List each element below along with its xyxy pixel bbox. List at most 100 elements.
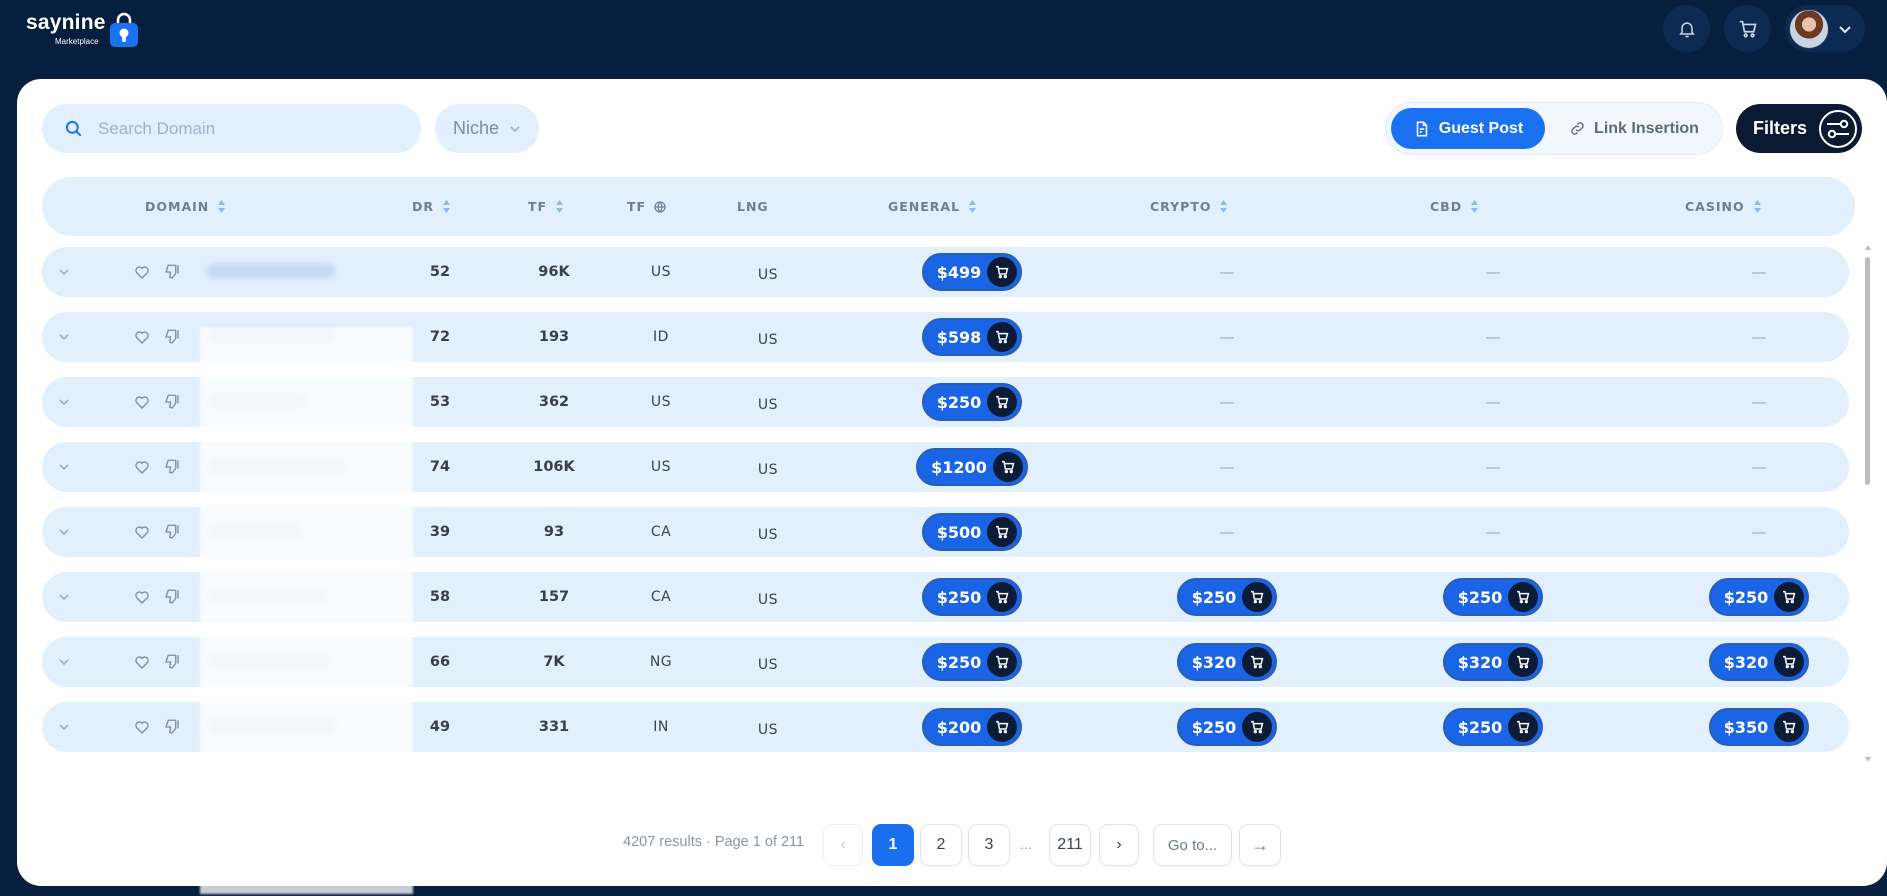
add-to-cart-button[interactable] xyxy=(987,712,1018,742)
niche-dropdown[interactable]: Niche xyxy=(435,104,539,153)
add-to-cart-button[interactable] xyxy=(1508,647,1539,677)
guest-post-tab[interactable]: Guest Post xyxy=(1391,108,1545,149)
add-to-cart-button[interactable] xyxy=(1774,647,1805,677)
cbd-price-cell: $250 xyxy=(1413,702,1573,752)
geo-value: US xyxy=(650,394,672,410)
add-to-cart-button[interactable] xyxy=(987,582,1018,612)
general-price-button[interactable]: $1200 xyxy=(916,448,1028,486)
casino-price-button[interactable]: $250 xyxy=(1708,578,1810,616)
add-to-cart-button[interactable] xyxy=(987,517,1018,547)
favorite-button[interactable] xyxy=(130,702,154,752)
col-casino[interactable]: CASINO xyxy=(1685,177,1762,236)
page-1-button[interactable]: 1 xyxy=(872,824,914,866)
prev-page-button[interactable]: ‹ xyxy=(823,824,863,866)
add-to-cart-button[interactable] xyxy=(1508,582,1539,612)
dr-value: 58 xyxy=(429,589,451,605)
dislike-button[interactable] xyxy=(160,507,184,557)
general-price-cell: $200 xyxy=(892,702,1052,752)
crypto-price-button[interactable]: $250 xyxy=(1176,578,1278,616)
geo-value: US xyxy=(650,459,672,475)
brand-logo[interactable]: saynine Marketplace xyxy=(26,10,146,50)
add-to-cart-button[interactable] xyxy=(1242,712,1273,742)
general-price-button[interactable]: $250 xyxy=(921,643,1023,681)
cart-icon xyxy=(996,265,1009,279)
favorite-button[interactable] xyxy=(130,507,154,557)
price-value: $200 xyxy=(936,717,982,737)
favorite-button[interactable] xyxy=(130,572,154,622)
col-general[interactable]: GENERAL xyxy=(888,177,977,236)
col-domain[interactable]: DOMAIN xyxy=(145,177,226,236)
expand-row-button[interactable] xyxy=(52,507,76,557)
guest-post-label: Guest Post xyxy=(1438,119,1524,137)
add-to-cart-button[interactable] xyxy=(987,257,1018,287)
general-price-button[interactable]: $499 xyxy=(921,253,1023,291)
add-to-cart-button[interactable] xyxy=(1774,712,1805,742)
heart-icon xyxy=(135,266,149,279)
expand-row-button[interactable] xyxy=(52,572,76,622)
col-dr[interactable]: DR xyxy=(412,177,451,236)
dislike-button[interactable] xyxy=(160,377,184,427)
general-price-button[interactable]: $250 xyxy=(921,383,1023,421)
add-to-cart-button[interactable] xyxy=(987,322,1018,352)
dislike-button[interactable] xyxy=(160,247,184,297)
next-page-button[interactable]: › xyxy=(1099,824,1139,866)
cbd-price-button[interactable]: $320 xyxy=(1442,643,1544,681)
dislike-button[interactable] xyxy=(160,637,184,687)
chevron-down-icon xyxy=(1839,25,1851,33)
last-page-button[interactable]: 211 xyxy=(1049,824,1091,866)
domain-name[interactable] xyxy=(207,264,335,278)
page-3-button[interactable]: 3 xyxy=(968,824,1010,866)
col-crypto[interactable]: CRYPTO xyxy=(1150,177,1228,236)
favorite-button[interactable] xyxy=(130,637,154,687)
add-to-cart-button[interactable] xyxy=(1242,582,1273,612)
empty-value: — xyxy=(1751,458,1767,476)
favorite-button[interactable] xyxy=(130,442,154,492)
favorite-button[interactable] xyxy=(130,312,154,362)
col-tf[interactable]: TF xyxy=(528,177,564,236)
general-price-button[interactable]: $200 xyxy=(921,708,1023,746)
favorite-button[interactable] xyxy=(130,247,154,297)
cart-button[interactable] xyxy=(1724,5,1771,52)
link-insertion-tab[interactable]: Link Insertion xyxy=(1554,108,1714,149)
add-to-cart-button[interactable] xyxy=(1508,712,1539,742)
casino-price-button[interactable]: $350 xyxy=(1708,708,1810,746)
filters-button[interactable]: Filters xyxy=(1736,104,1862,153)
add-to-cart-button[interactable] xyxy=(987,387,1018,417)
page-2-button[interactable]: 2 xyxy=(920,824,962,866)
add-to-cart-button[interactable] xyxy=(1242,647,1273,677)
dislike-button[interactable] xyxy=(160,702,184,752)
general-price-button[interactable]: $250 xyxy=(921,578,1023,616)
search-input[interactable] xyxy=(98,118,388,139)
col-cbd[interactable]: CBD xyxy=(1430,177,1479,236)
general-price-button[interactable]: $500 xyxy=(921,513,1023,551)
dislike-button[interactable] xyxy=(160,572,184,622)
add-to-cart-button[interactable] xyxy=(992,452,1023,482)
cbd-price-button[interactable]: $250 xyxy=(1442,578,1544,616)
crypto-price-button[interactable]: $320 xyxy=(1176,643,1278,681)
table-row[interactable]: 52 96K US US $499 — — — xyxy=(42,247,1849,297)
top-bar: saynine Marketplace xyxy=(0,0,1887,78)
dislike-button[interactable] xyxy=(160,442,184,492)
expand-row-button[interactable] xyxy=(52,247,76,297)
dislike-button[interactable] xyxy=(160,312,184,362)
cbd-price-button[interactable]: $250 xyxy=(1442,708,1544,746)
goto-page-input[interactable]: Go to... xyxy=(1153,824,1232,866)
user-menu[interactable] xyxy=(1785,5,1865,52)
expand-row-button[interactable] xyxy=(52,377,76,427)
casino-price-button[interactable]: $320 xyxy=(1708,643,1810,681)
add-to-cart-button[interactable] xyxy=(987,647,1018,677)
goto-submit-button[interactable]: → xyxy=(1239,824,1281,866)
add-to-cart-button[interactable] xyxy=(1774,582,1805,612)
expand-row-button[interactable] xyxy=(52,442,76,492)
scrollbar-thumb[interactable] xyxy=(1865,257,1870,485)
favorite-button[interactable] xyxy=(130,377,154,427)
general-price-button[interactable]: $598 xyxy=(921,318,1023,356)
price-value: $320 xyxy=(1191,652,1237,672)
expand-row-button[interactable] xyxy=(52,702,76,752)
notifications-button[interactable] xyxy=(1663,5,1710,52)
expand-row-button[interactable] xyxy=(52,637,76,687)
expand-row-button[interactable] xyxy=(52,312,76,362)
link-insertion-label: Link Insertion xyxy=(1594,119,1699,137)
casino-price-cell: $250 xyxy=(1679,572,1839,622)
crypto-price-button[interactable]: $250 xyxy=(1176,708,1278,746)
